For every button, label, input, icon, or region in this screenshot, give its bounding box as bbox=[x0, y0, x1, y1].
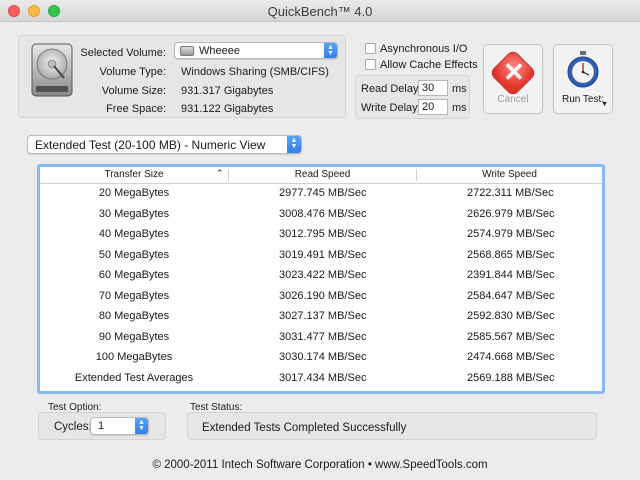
table-row[interactable]: 60 MegaBytes 3023.422 MB/Sec 2391.844 MB… bbox=[40, 266, 602, 287]
popup-chevron-icon: ▲ ▼ bbox=[135, 418, 148, 434]
title-bar: QuickBench™ 4.0 bbox=[0, 0, 640, 22]
popup-chevron-icon: ▲ ▼ bbox=[324, 43, 337, 58]
test-status-message: Extended Tests Completed Successfully bbox=[202, 422, 407, 434]
column-header-read-speed[interactable]: Read Speed bbox=[229, 169, 416, 180]
dropdown-caret-icon: ▼ bbox=[601, 101, 608, 108]
cycles-popup[interactable]: 1 ▲ ▼ bbox=[90, 417, 149, 435]
table-row[interactable]: 70 MegaBytes 3026.190 MB/Sec 2584.647 MB… bbox=[40, 287, 602, 308]
read-speed-cell: 3031.477 MB/Sec bbox=[279, 330, 367, 343]
read-speed-cell: 3012.795 MB/Sec bbox=[279, 228, 367, 240]
transfer-size-header-label: Transfer Size bbox=[104, 169, 164, 180]
sort-ascending-icon[interactable]: ⌃ bbox=[216, 168, 224, 179]
window-title: QuickBench™ 4.0 bbox=[267, 4, 373, 19]
write-speed-cell: 2585.567 MB/Sec bbox=[467, 330, 555, 343]
write-speed-cell: 2391.844 MB/Sec bbox=[467, 269, 555, 281]
table-row[interactable]: 80 MegaBytes 3027.137 MB/Sec 2592.830 MB… bbox=[40, 307, 602, 328]
transfer-size-cell: Extended Test Averages bbox=[74, 371, 194, 384]
column-header-transfer-size[interactable]: Transfer Size bbox=[40, 169, 228, 180]
table-row[interactable]: 50 MegaBytes 3019.491 MB/Sec 2568.865 MB… bbox=[40, 246, 602, 267]
selected-volume-popup[interactable]: Wheeee ▲ ▼ bbox=[174, 42, 338, 59]
transfer-size-cell: 50 MegaBytes bbox=[98, 248, 170, 261]
cycles-label: Cycles: bbox=[54, 421, 92, 433]
read-delay-label: Read Delay: bbox=[361, 83, 422, 95]
view-mode-popup[interactable]: Extended Test (20-100 MB) - Numeric View… bbox=[27, 135, 302, 154]
async-io-label: Asynchronous I/O bbox=[380, 43, 468, 55]
cancel-button[interactable]: ✕ Cancel bbox=[483, 44, 543, 114]
table-row[interactable]: 100 MegaBytes 3030.174 MB/Sec 2474.668 M… bbox=[40, 348, 602, 369]
table-row[interactable]: 30 MegaBytes 3008.476 MB/Sec 2626.979 MB… bbox=[40, 205, 602, 226]
cycles-value: 1 bbox=[98, 420, 105, 432]
read-speed-cell: 3030.174 MB/Sec bbox=[279, 351, 367, 363]
table-row[interactable]: 20 MegaBytes 2977.745 MB/Sec 2722.311 MB… bbox=[40, 184, 602, 205]
transfer-size-cell: 20 MegaBytes bbox=[98, 187, 170, 199]
transfer-size-cell: 70 MegaBytes bbox=[98, 289, 170, 302]
read-speed-cell: 3017.434 MB/Sec bbox=[279, 371, 367, 384]
results-table-header: Transfer Size ⌃ Read Speed Write Speed bbox=[40, 167, 602, 184]
stopwatch-icon bbox=[567, 51, 599, 88]
cancel-x-icon: ✕ bbox=[503, 57, 525, 87]
column-header-write-speed[interactable]: Write Speed bbox=[417, 169, 602, 180]
read-speed-cell: 2977.745 MB/Sec bbox=[279, 187, 367, 199]
read-delay-unit: ms bbox=[452, 83, 467, 95]
read-speed-cell: 3026.190 MB/Sec bbox=[279, 289, 367, 302]
write-speed-cell: 2474.668 MB/Sec bbox=[467, 351, 555, 363]
transfer-size-cell: 40 MegaBytes bbox=[98, 228, 170, 240]
view-mode-value: Extended Test (20-100 MB) - Numeric View bbox=[35, 138, 266, 152]
write-speed-cell: 2584.647 MB/Sec bbox=[467, 289, 555, 302]
read-speed-cell: 3027.137 MB/Sec bbox=[279, 310, 367, 322]
read-delay-field[interactable]: 30 bbox=[418, 80, 448, 96]
transfer-size-cell: 60 MegaBytes bbox=[98, 269, 170, 281]
write-delay-label: Write Delay: bbox=[361, 102, 421, 114]
allow-cache-checkbox[interactable] bbox=[365, 59, 376, 70]
popup-chevron-icon: ▲ ▼ bbox=[287, 136, 301, 153]
read-speed-cell: 3008.476 MB/Sec bbox=[279, 207, 367, 220]
free-space-value: 931.122 Gigabytes bbox=[181, 103, 274, 115]
write-speed-cell: 2568.865 MB/Sec bbox=[467, 248, 555, 261]
volume-size-value: 931.317 Gigabytes bbox=[181, 85, 274, 97]
app-window: QuickBench™ 4.0 Selected Volume: Wheeee … bbox=[0, 0, 640, 480]
read-speed-cell: 3023.422 MB/Sec bbox=[279, 269, 367, 281]
volume-type-label: Volume Type: bbox=[99, 66, 166, 78]
transfer-size-cell: 30 MegaBytes bbox=[98, 207, 170, 220]
table-row-averages[interactable]: Extended Test Averages 3017.434 MB/Sec 2… bbox=[40, 369, 602, 390]
write-delay-field[interactable]: 20 bbox=[418, 99, 448, 115]
transfer-size-cell: 90 MegaBytes bbox=[98, 330, 170, 343]
volume-type-value: Windows Sharing (SMB/CIFS) bbox=[181, 66, 329, 78]
table-row[interactable]: 40 MegaBytes 3012.795 MB/Sec 2574.979 MB… bbox=[40, 225, 602, 246]
volume-size-label: Volume Size: bbox=[101, 85, 166, 97]
write-speed-cell: 2569.188 MB/Sec bbox=[467, 371, 555, 384]
selected-volume-label: Selected Volume: bbox=[80, 47, 166, 59]
allow-cache-label: Allow Cache Effects bbox=[380, 59, 478, 71]
copyright-footer: © 2000-2011 Intech Software Corporation … bbox=[152, 459, 488, 471]
async-io-checkbox[interactable] bbox=[365, 43, 376, 54]
read-speed-cell: 3019.491 MB/Sec bbox=[279, 248, 367, 261]
volume-drive-icon bbox=[180, 46, 194, 56]
write-delay-unit: ms bbox=[452, 102, 467, 114]
transfer-size-cell: 80 MegaBytes bbox=[98, 310, 170, 322]
write-speed-cell: 2722.311 MB/Sec bbox=[467, 187, 554, 199]
results-table[interactable]: Transfer Size ⌃ Read Speed Write Speed 2… bbox=[37, 164, 605, 394]
write-speed-cell: 2592.830 MB/Sec bbox=[467, 310, 555, 322]
free-space-label: Free Space: bbox=[106, 103, 166, 115]
write-speed-cell: 2574.979 MB/Sec bbox=[467, 228, 555, 240]
write-speed-cell: 2626.979 MB/Sec bbox=[467, 207, 555, 220]
selected-volume-value: Wheeee bbox=[199, 45, 240, 57]
run-test-button[interactable]: Run Test: ▼ bbox=[553, 44, 613, 114]
transfer-size-cell: 100 MegaBytes bbox=[95, 351, 173, 363]
table-row[interactable]: 90 MegaBytes 3031.477 MB/Sec 2585.567 MB… bbox=[40, 328, 602, 349]
cancel-button-label: Cancel bbox=[497, 94, 529, 105]
